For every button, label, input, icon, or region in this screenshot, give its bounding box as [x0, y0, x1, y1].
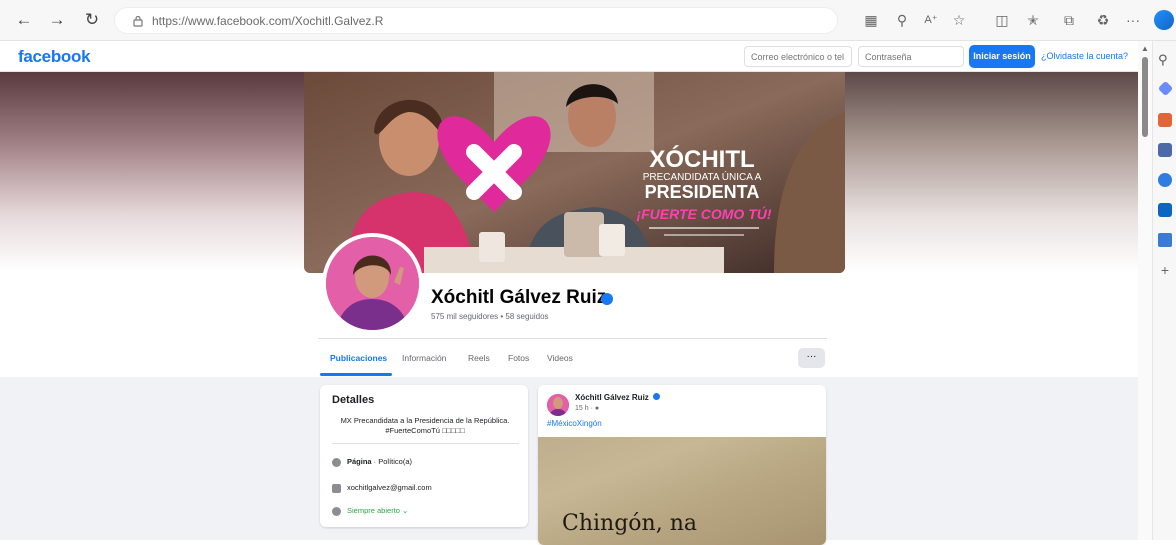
back-arrow-icon[interactable]: ←	[14, 10, 34, 30]
favorites-icon[interactable]: ✭	[1024, 11, 1042, 29]
read-aloud-icon[interactable]: A⁺	[922, 11, 940, 29]
toolbox-icon[interactable]	[1158, 113, 1172, 127]
split-screen-icon[interactable]: ◫	[993, 11, 1011, 29]
browser-toolbar: ← → ↻ https://www.facebook.com/Xochitl.G…	[0, 0, 1176, 41]
cover-brand-name: XÓCHITL	[649, 145, 754, 173]
scroll-thumb[interactable]	[1142, 57, 1148, 137]
site-info-icon[interactable]	[131, 14, 145, 28]
scroll-up-icon[interactable]: ▲	[1141, 44, 1149, 53]
tabs-divider	[318, 338, 827, 339]
clock-icon	[332, 506, 341, 516]
edge-sidebar: ⚲ +	[1152, 41, 1176, 540]
globe-icon: ●	[594, 405, 600, 412]
cover-blur-right	[845, 72, 1138, 272]
url-text[interactable]: https://www.facebook.com/Xochitl.Galvez.…	[152, 14, 383, 28]
search-icon[interactable]: ⚲	[1158, 53, 1172, 67]
tab-photos[interactable]: Fotos	[508, 353, 529, 363]
post-card: Xóchitl Gálvez Ruiz 15 h · ● #MéxicoXing…	[538, 385, 826, 545]
cover-role: PRESIDENTA	[645, 182, 760, 202]
tab-reels[interactable]: Reels	[468, 353, 490, 363]
post-image[interactable]: Chingón, na	[538, 437, 826, 545]
forgot-account-link[interactable]: ¿Olvidaste la cuenta?	[1041, 51, 1128, 61]
post-timestamp[interactable]: 15 h · ●	[575, 405, 599, 412]
cover-blur-left	[0, 72, 304, 272]
more-options-button[interactable]: ···	[798, 348, 825, 368]
follower-stats[interactable]: 575 mil seguidores • 58 seguidos	[431, 312, 549, 321]
cover-slogan: ¡FUERTE COMO TÚ!	[636, 205, 771, 222]
details-email[interactable]: xochitlgalvez@gmail.com	[347, 483, 432, 492]
tab-info[interactable]: Información	[402, 353, 446, 363]
add-icon[interactable]: +	[1158, 263, 1172, 277]
page-scrollbar[interactable]: ▲	[1138, 41, 1152, 540]
details-hours-row[interactable]: Siempre abierto ⌄	[332, 506, 408, 516]
login-button[interactable]: Iniciar sesión	[969, 45, 1035, 68]
tab-videos[interactable]: Videos	[547, 353, 573, 363]
post-author[interactable]: Xóchitl Gálvez Ruiz	[575, 393, 649, 402]
info-icon	[332, 457, 341, 467]
extensions-icon[interactable]: ♻	[1094, 11, 1112, 29]
category-value: · Político(a)	[371, 457, 413, 466]
tab-posts[interactable]: Publicaciones	[330, 353, 387, 363]
post-hashtag[interactable]: #MéxicoXingón	[547, 419, 602, 428]
details-divider	[332, 443, 519, 444]
favorite-star-icon[interactable]: ☆	[950, 11, 968, 29]
profile-picture[interactable]	[322, 233, 423, 334]
details-category-row: Página · Político(a)	[332, 457, 412, 467]
more-menu-icon[interactable]: ···	[1124, 11, 1142, 29]
facebook-logo[interactable]: facebook	[18, 47, 91, 67]
outlook-icon[interactable]	[1158, 203, 1172, 217]
office-icon[interactable]	[1158, 173, 1172, 187]
post-verified-icon	[653, 393, 660, 400]
forward-arrow-icon[interactable]: →	[47, 10, 67, 30]
active-tab-indicator	[320, 373, 392, 376]
profile-picture-art	[326, 237, 419, 330]
collections-icon[interactable]: ⧉	[1060, 11, 1078, 29]
games-icon[interactable]	[1158, 143, 1172, 157]
reload-icon[interactable]: ↻	[82, 10, 102, 30]
copilot-icon[interactable]	[1154, 10, 1174, 30]
post-avatar-art	[547, 394, 569, 416]
email-icon	[332, 483, 341, 493]
password-field[interactable]	[858, 46, 964, 67]
reading-view-icon[interactable]: ▦	[862, 11, 880, 29]
details-title: Detalles	[332, 394, 375, 406]
address-bar[interactable]: https://www.facebook.com/Xochitl.Galvez.…	[114, 7, 838, 34]
post-time-text[interactable]: 15 h ·	[575, 405, 595, 412]
details-hours: Siempre abierto	[347, 506, 400, 515]
post-avatar[interactable]	[547, 394, 569, 416]
profile-name: Xóchitl Gálvez Ruiz	[431, 287, 607, 308]
details-bio: MX Precandidata a la Presidencia de la R…	[340, 416, 510, 435]
email-field[interactable]	[744, 46, 852, 67]
details-card: Detalles MX Precandidata a la Presidenci…	[320, 385, 528, 527]
drop-icon[interactable]	[1158, 233, 1172, 247]
verified-badge-icon	[601, 293, 613, 305]
post-image-text: Chingón, na	[562, 511, 697, 536]
zoom-icon[interactable]: ⚲	[893, 11, 911, 29]
hours-chevron-icon[interactable]: ⌄	[402, 506, 408, 515]
details-email-row[interactable]: xochitlgalvez@gmail.com	[332, 483, 432, 493]
shopping-tag-icon[interactable]	[1157, 80, 1174, 97]
facebook-header: facebook Iniciar sesión ¿Olvidaste la cu…	[0, 41, 1138, 72]
category-label: Página	[347, 457, 372, 466]
